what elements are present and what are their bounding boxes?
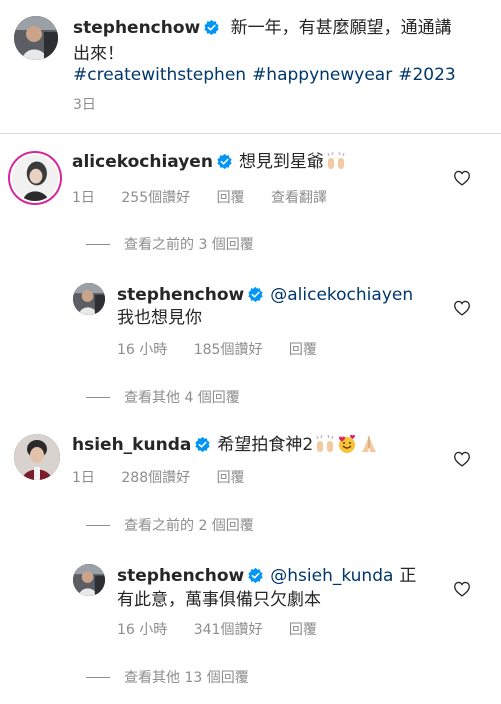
- comment-text: 希望拍食神2: [217, 435, 314, 455]
- comment-line: hsieh_kunda 希望拍食神2: [72, 433, 379, 457]
- reply-text-line2: 有此意，萬事俱備只欠劇本: [117, 590, 321, 610]
- reply-button[interactable]: 回覆: [217, 467, 245, 487]
- comment-meta: 1日 255個讚好 回覆 查看翻譯: [72, 187, 349, 207]
- view-more-replies-button[interactable]: 查看其他 13 個回覆: [86, 667, 249, 687]
- view-previous-replies-button[interactable]: 查看之前的 3 個回覆: [86, 234, 254, 254]
- raising-hands-emoji-icon: [315, 434, 335, 454]
- reply-meta: 16 小時 185個讚好 回覆: [117, 339, 339, 359]
- view-previous-replies-label: 查看之前的 3 個回覆: [124, 237, 254, 253]
- caption-text-line1: 新一年，有甚麼願望，通通講: [230, 18, 452, 38]
- comment-age: 1日: [72, 470, 95, 486]
- post-author-username[interactable]: stephenchow: [73, 18, 200, 38]
- reply-text: 我也想見你: [117, 308, 202, 328]
- comment-meta: 1日 288個讚好 回覆: [72, 467, 267, 487]
- view-previous-replies-button[interactable]: 查看之前的 2 個回覆: [86, 515, 254, 535]
- avatar[interactable]: [10, 153, 60, 203]
- reply-like-count[interactable]: 341個讚好: [194, 619, 263, 639]
- verified-badge-icon: [247, 567, 264, 584]
- post-caption: stephenchow 新一年，有甚麼願望，通通講 出來！: [73, 15, 473, 67]
- post-age: 3日: [73, 97, 96, 113]
- alicekochiayen-avatar-image: [12, 155, 58, 201]
- like-heart-icon[interactable]: [453, 581, 471, 597]
- comment-username[interactable]: alicekochiayen: [72, 152, 213, 172]
- verified-badge-icon: [203, 19, 220, 36]
- avatar[interactable]: [14, 16, 58, 60]
- hsieh-kunda-avatar-image: [14, 434, 60, 480]
- view-more-replies-button[interactable]: 查看其他 4 個回覆: [86, 387, 240, 407]
- reply-line: stephenchow @alicekochiayen: [117, 283, 413, 307]
- replies-dash-divider: [86, 396, 110, 398]
- comment-like-count[interactable]: 255個讚好: [121, 187, 190, 207]
- reply-username[interactable]: stephenchow: [117, 285, 244, 305]
- reply-username[interactable]: stephenchow: [117, 566, 244, 586]
- replies-dash-divider: [86, 243, 110, 245]
- hashtag-link[interactable]: #2023: [398, 65, 456, 85]
- reply-text-line1: 正: [399, 566, 417, 586]
- smiling-face-with-hearts-emoji-icon: [337, 434, 357, 454]
- verified-badge-icon: [216, 153, 233, 170]
- view-more-replies-label: 查看其他 4 個回覆: [124, 390, 240, 406]
- comment-text: 想見到星爺: [238, 152, 324, 172]
- mention-link[interactable]: @alicekochiayen: [270, 285, 413, 305]
- like-heart-icon[interactable]: [453, 170, 471, 186]
- comment-line: alicekochiayen 想見到星爺: [72, 150, 346, 174]
- divider: [0, 133, 501, 134]
- avatar[interactable]: [14, 434, 60, 480]
- comment-username[interactable]: hsieh_kunda: [72, 435, 191, 455]
- view-more-replies-label: 查看其他 13 個回覆: [124, 670, 249, 686]
- stephenchow-avatar-image: [73, 283, 105, 315]
- verified-badge-icon: [194, 436, 211, 453]
- hashtag-link[interactable]: #happynewyear: [252, 65, 392, 85]
- reply-button[interactable]: 回覆: [289, 339, 317, 359]
- avatar[interactable]: [73, 564, 105, 596]
- hashtag-link[interactable]: #createwithstephen: [73, 65, 246, 85]
- like-heart-icon[interactable]: [453, 300, 471, 316]
- reply-like-count[interactable]: 185個讚好: [194, 339, 263, 359]
- raising-hands-emoji-icon: [326, 151, 346, 171]
- replies-dash-divider: [86, 524, 110, 526]
- comment-age: 1日: [72, 190, 95, 206]
- comments-page: stephenchow 新一年，有甚麼願望，通通講 出來！ #createwit…: [0, 0, 501, 704]
- view-previous-replies-label: 查看之前的 2 個回覆: [124, 518, 254, 534]
- mention-link[interactable]: @hsieh_kunda: [270, 566, 393, 586]
- reply-line: stephenchow @hsieh_kunda 正: [117, 564, 416, 588]
- folded-hands-emoji-icon: [359, 434, 379, 454]
- stephenchow-avatar-image: [14, 16, 58, 60]
- reply-button[interactable]: 回覆: [289, 619, 317, 639]
- hashtag-list: #createwithstephen #happynewyear #2023: [73, 63, 493, 87]
- reply-age: 16 小時: [117, 342, 168, 358]
- see-translation-button[interactable]: 查看翻譯: [271, 187, 327, 207]
- comment-like-count[interactable]: 288個讚好: [121, 467, 190, 487]
- verified-badge-icon: [247, 286, 264, 303]
- avatar[interactable]: [73, 283, 105, 315]
- replies-dash-divider: [86, 676, 110, 678]
- reply-age: 16 小時: [117, 622, 168, 638]
- stephenchow-avatar-image: [73, 564, 105, 596]
- reply-meta: 16 小時 341個讚好 回覆: [117, 619, 339, 639]
- reply-button[interactable]: 回覆: [217, 187, 245, 207]
- like-heart-icon[interactable]: [453, 451, 471, 467]
